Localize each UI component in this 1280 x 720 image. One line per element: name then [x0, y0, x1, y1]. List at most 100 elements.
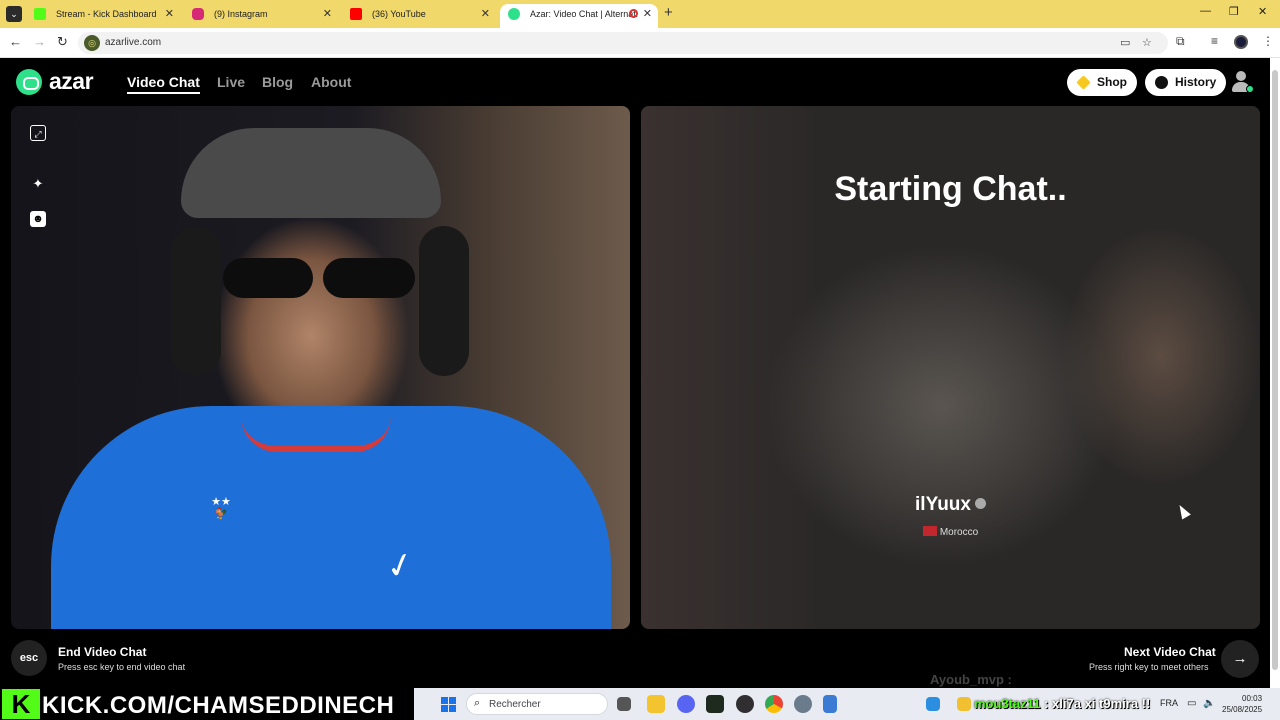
nav-blog[interactable]: Blog	[262, 74, 293, 90]
local-video-feed: ★★ 🐓 ✓	[11, 106, 630, 629]
remote-video-feed: Starting Chat.. ilYuux Morocco	[641, 106, 1260, 629]
peer-country-text: Morocco	[939, 527, 979, 538]
person-cap	[181, 128, 441, 218]
extensions-icon[interactable]: ⧉	[1176, 34, 1185, 49]
close-tab-icon[interactable]: ✕	[165, 4, 174, 24]
browser-profile-avatar[interactable]	[1234, 35, 1248, 49]
face-filter-icon[interactable]: ☻	[30, 211, 46, 227]
starting-chat-status: Starting Chat..	[834, 170, 1067, 208]
discord-icon[interactable]	[677, 695, 695, 713]
window-close-icon[interactable]: ✕	[1258, 5, 1267, 18]
kick-logo-icon: K	[2, 689, 40, 719]
back-arrow-icon[interactable]: ←	[9, 34, 22, 49]
maximize-icon[interactable]: ❐	[1229, 5, 1239, 18]
page-scrollbar[interactable]	[1270, 58, 1280, 688]
tab-azar[interactable]: Azar: Video Chat | Alternati ✕	[500, 4, 658, 28]
clock-icon	[1155, 76, 1168, 89]
nav-live[interactable]: Live	[217, 74, 245, 90]
task-view-icon[interactable]	[617, 697, 631, 711]
user-avatar[interactable]	[1228, 69, 1254, 95]
settings-gear-icon[interactable]	[794, 695, 812, 713]
stream-chat-message: mou3taz11 : xli7a xi t9mira !!	[974, 696, 1150, 711]
folder-tray-icon[interactable]	[957, 697, 971, 711]
bookmark-star-icon[interactable]: ☆	[1142, 36, 1152, 49]
peer-name-text: ilYuux	[915, 494, 971, 515]
next-chat-title: Next Video Chat	[1124, 645, 1216, 659]
next-chat-hint: Press right key to meet others	[1089, 662, 1209, 672]
language-indicator[interactable]: FRA	[1160, 698, 1178, 708]
peer-name: ilYuux	[641, 494, 1260, 516]
youtube-favicon-icon	[350, 8, 362, 20]
forward-arrow-icon[interactable]: →	[33, 34, 46, 49]
avatar-head	[1236, 71, 1246, 81]
azar-page: azar Video Chat Live Blog About Shop His…	[0, 58, 1270, 688]
tab-instagram[interactable]: (9) Instagram ✕	[184, 4, 338, 28]
kick-favicon-icon	[34, 8, 46, 20]
system-clock[interactable]: 00:03 25/08/2025	[1222, 693, 1262, 715]
crest-icon: ★★ 🐓	[211, 496, 231, 520]
peer-country: Morocco	[641, 526, 1260, 538]
browser-menu-icon[interactable]: ⋮	[1262, 34, 1274, 48]
stream-chat-ghost: Ayoub_mvp :	[930, 672, 1012, 687]
close-tab-icon[interactable]: ✕	[323, 4, 332, 24]
close-tab-icon[interactable]: ✕	[481, 4, 490, 24]
expand-icon[interactable]: ⤢	[30, 125, 46, 141]
clock-date: 25/08/2025	[1222, 705, 1263, 714]
kick-stream-banner: K KICK.COM/CHAMSEDDINECH	[0, 688, 414, 720]
logo-text: azar	[49, 68, 94, 94]
chat-username: mou3taz11	[974, 696, 1041, 711]
minimize-icon[interactable]: —	[1200, 5, 1211, 17]
shop-label: Shop	[1097, 75, 1127, 89]
headset-left	[171, 226, 221, 376]
obs-icon[interactable]	[736, 695, 754, 713]
network-app-icon[interactable]	[926, 697, 940, 711]
snipping-tool-icon[interactable]	[823, 695, 837, 713]
end-video-chat-button[interactable]: esc	[11, 640, 47, 676]
shop-button[interactable]: Shop	[1067, 69, 1137, 96]
tab-search-icon[interactable]: ⌄	[6, 6, 22, 22]
search-icon: ⌕	[474, 697, 481, 709]
sunglasses-left	[223, 258, 313, 298]
next-video-chat-button[interactable]: →	[1221, 640, 1259, 678]
search-placeholder: Rechercher	[489, 699, 541, 710]
scrollbar-thumb[interactable]	[1272, 70, 1278, 670]
taskbar-search-input[interactable]: ⌕ Rechercher	[466, 693, 608, 715]
file-explorer-icon[interactable]	[647, 695, 665, 713]
volume-icon[interactable]: 🔈	[1203, 698, 1215, 709]
browser-toolbar: ← → ↻ ◎ azarlive.com ▭ ☆	[0, 28, 1280, 58]
tab-youtube[interactable]: (36) YouTube ✕	[342, 4, 496, 28]
chat-text: : xli7a xi t9mira !!	[1044, 696, 1151, 711]
nav-video-chat[interactable]: Video Chat	[127, 74, 200, 94]
tab-title: (36) YouTube	[372, 9, 426, 19]
azar-favicon-icon	[508, 8, 520, 20]
nav-about[interactable]: About	[311, 74, 351, 90]
online-status-icon	[1246, 85, 1254, 93]
terminal-icon[interactable]	[706, 695, 724, 713]
verified-badge-icon	[974, 498, 986, 509]
close-tab-icon[interactable]: ✕	[643, 4, 652, 24]
end-chat-title: End Video Chat	[58, 645, 147, 659]
clock-time: 00:03	[1242, 694, 1263, 703]
sparkle-effects-icon[interactable]: ✦	[30, 176, 46, 192]
tab-title: Stream - Kick Dashboard	[56, 9, 157, 19]
recording-indicator-icon	[629, 9, 638, 18]
site-info-icon[interactable]: ◎	[84, 35, 100, 51]
display-icon[interactable]: ▭	[1187, 698, 1196, 709]
instagram-favicon-icon	[192, 8, 204, 20]
reload-icon[interactable]: ↻	[57, 34, 68, 50]
url-text: azarlive.com	[105, 37, 162, 48]
address-bar[interactable]: ◎ azarlive.com ▭ ☆	[78, 32, 1168, 54]
history-button[interactable]: History	[1145, 69, 1227, 96]
new-tab-icon[interactable]: +	[664, 4, 673, 22]
media-controls-icon[interactable]: ≡	[1211, 34, 1218, 48]
gem-icon	[1076, 75, 1091, 90]
tab-title: (9) Instagram	[214, 9, 268, 19]
headset-right	[419, 226, 469, 376]
tab-kick-dashboard[interactable]: Stream - Kick Dashboard ✕	[26, 4, 180, 28]
chrome-icon[interactable]	[765, 695, 783, 713]
azar-logo-icon	[16, 69, 42, 95]
blurred-background	[1061, 226, 1260, 486]
windows-start-icon[interactable]	[441, 697, 456, 712]
tab-title: Azar: Video Chat | Alternati	[530, 9, 638, 19]
install-app-icon[interactable]: ▭	[1120, 36, 1130, 49]
